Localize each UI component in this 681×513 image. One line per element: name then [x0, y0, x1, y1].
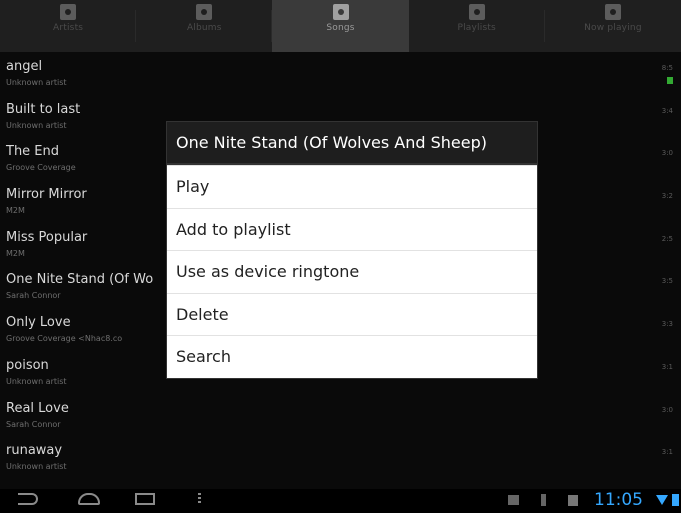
song-duration: 3:4: [661, 106, 673, 115]
song-artist: M2M: [6, 248, 25, 258]
tab-label: Now playing: [584, 23, 642, 33]
song-duration: 3:0: [661, 405, 673, 414]
song-duration: 3:3: [661, 320, 673, 329]
song-title: Real Love: [6, 400, 69, 416]
song-title: Mirror Mirror: [6, 187, 87, 203]
song-artist: Sarah Connor: [6, 291, 61, 301]
now-playing-icon: [604, 4, 621, 20]
song-artist: Unknown artist: [6, 376, 67, 386]
song-duration: 3:1: [661, 362, 673, 371]
menu-item-play[interactable]: Play: [167, 165, 537, 208]
menu-item-delete[interactable]: Delete: [167, 292, 537, 336]
home-icon[interactable]: [78, 493, 100, 505]
tab-songs[interactable]: Songs: [272, 0, 409, 52]
now-playing-indicator-icon: [667, 77, 673, 84]
tab-now-playing[interactable]: Now playing: [545, 0, 681, 52]
tab-label: Playlists: [457, 23, 496, 33]
song-duration: 8:5: [661, 64, 673, 72]
song-title: Built to last: [6, 101, 81, 117]
tab-playlists[interactable]: Playlists: [409, 0, 545, 52]
artist-icon: [60, 4, 77, 20]
song-row[interactable]: runaway Unknown artist 3:1: [0, 440, 681, 483]
wifi-icon: [656, 495, 668, 505]
sd-card-icon[interactable]: [568, 495, 578, 506]
back-icon[interactable]: [18, 493, 38, 505]
song-artist: Unknown artist: [6, 78, 67, 87]
playlist-icon: [468, 4, 485, 20]
menu-item-add-to-playlist[interactable]: Add to playlist: [167, 207, 537, 251]
song-artist: Groove Coverage <Nhac8.co: [6, 334, 123, 344]
song-artist: Sarah Connor: [6, 419, 61, 429]
song-artist: Groove Coverage: [6, 163, 76, 173]
song-duration: 3:5: [661, 277, 673, 286]
menu-item-search[interactable]: Search: [167, 335, 537, 378]
recent-apps-icon[interactable]: [135, 493, 155, 505]
tab-bar: Artists Albums Songs Playlists Now playi…: [0, 0, 681, 52]
overflow-menu-icon[interactable]: [198, 493, 201, 505]
album-icon: [196, 4, 213, 20]
tab-label: Albums: [186, 23, 222, 33]
battery-icon: [672, 494, 679, 506]
song-title: One Nite Stand (Of Wo: [6, 272, 154, 288]
song-title: poison: [6, 357, 49, 373]
song-duration: 3:0: [661, 149, 673, 158]
tab-artists[interactable]: Artists: [0, 0, 137, 52]
song-artist: Unknown artist: [6, 120, 67, 130]
song-title: Only Love: [6, 315, 71, 331]
song-artist: Unknown artist: [6, 462, 67, 472]
tab-label: Artists: [53, 23, 84, 33]
song-row[interactable]: Real Love Sarah Connor 3:0: [0, 398, 681, 441]
song-icon: [332, 4, 349, 20]
context-menu-dialog: One Nite Stand (Of Wolves And Sheep) Pla…: [167, 122, 537, 378]
system-bar: 11:05: [0, 489, 681, 513]
song-artist: M2M: [6, 206, 25, 216]
clock[interactable]: 11:05: [594, 490, 643, 510]
song-title: angel: [6, 59, 43, 74]
song-title: The End: [6, 144, 60, 160]
tab-albums[interactable]: Albums: [136, 0, 273, 52]
song-row[interactable]: angel Unknown artist 8:5: [0, 56, 681, 99]
song-title: Miss Popular: [6, 229, 88, 245]
tab-label: Songs: [326, 23, 355, 33]
gallery-notification-icon[interactable]: [508, 495, 519, 505]
song-title: runaway: [6, 443, 63, 459]
song-duration: 3:2: [661, 192, 673, 201]
dialog-title: One Nite Stand (Of Wolves And Sheep): [167, 122, 537, 165]
usb-icon[interactable]: [541, 494, 546, 506]
song-duration: 2:5: [661, 234, 673, 243]
song-duration: 3:1: [661, 448, 673, 457]
menu-item-use-as-ringtone[interactable]: Use as device ringtone: [167, 250, 537, 293]
